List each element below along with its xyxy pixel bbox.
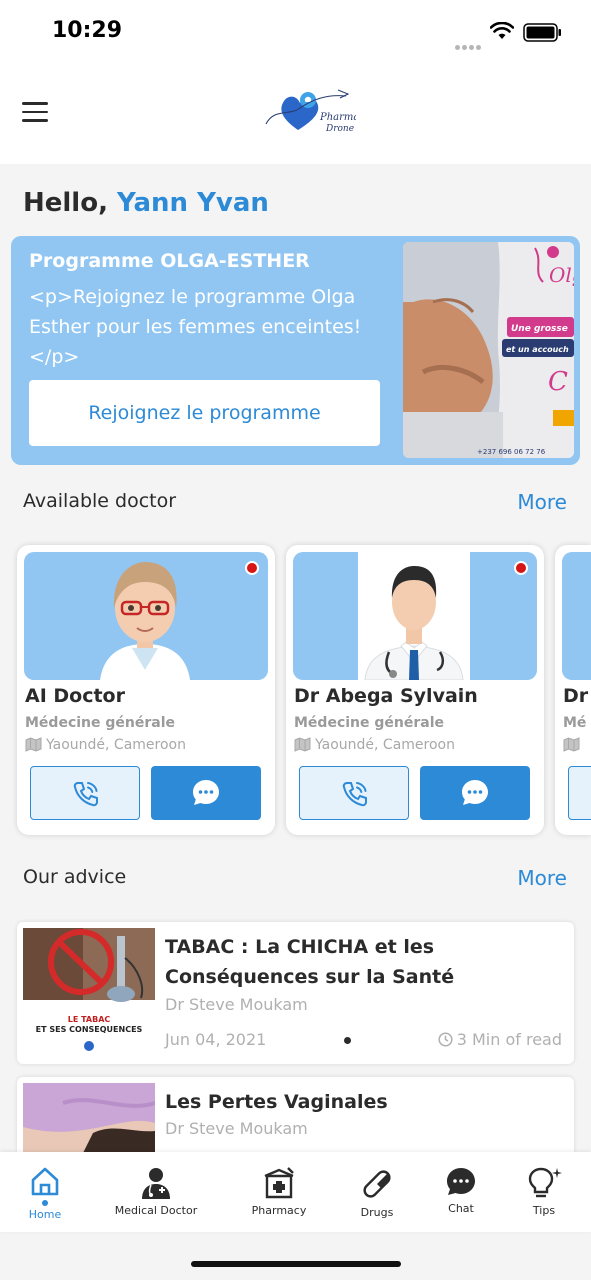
- tab-drugs[interactable]: Drugs: [354, 1166, 400, 1219]
- image-phone: +237 696 06 72 76: [477, 448, 546, 456]
- tab-chat[interactable]: Chat: [441, 1166, 481, 1215]
- call-button[interactable]: [299, 766, 409, 820]
- doctor-specialty: Médecine générale: [294, 715, 445, 731]
- svg-text:LE TABAC: LE TABAC: [68, 1015, 111, 1024]
- doctor-card[interactable]: Dr Abega Sylvain Médecine générale Yaoun…: [286, 545, 544, 835]
- chat-bubble-icon: [193, 780, 219, 805]
- map-icon: [294, 737, 311, 752]
- doctor-icon: [142, 1168, 170, 1199]
- join-program-button[interactable]: Rejoignez le programme: [29, 380, 380, 446]
- tab-label: Home: [28, 1208, 62, 1221]
- svg-text:Drone: Drone: [325, 124, 354, 134]
- article-thumbnail: [23, 1083, 155, 1152]
- greeting-hello: Hello,: [23, 188, 108, 218]
- advice-item[interactable]: LE TABAC ET SES CONSEQUENCES TABAC : La …: [17, 922, 574, 1064]
- clock-icon: [438, 1032, 453, 1047]
- greeting-heading: Hello, Yann Yvan: [23, 188, 269, 218]
- doctor-avatar: [24, 552, 268, 680]
- doctor-name: Dr Abega Sylvain: [294, 685, 478, 707]
- separator-dot: [344, 1037, 351, 1044]
- signal-dots-icon: [455, 35, 483, 54]
- call-button[interactable]: [568, 766, 591, 820]
- offline-status-dot: [514, 561, 528, 575]
- svg-text:ET SES CONSEQUENCES: ET SES CONSEQUENCES: [36, 1025, 143, 1034]
- tab-label: Tips: [532, 1204, 556, 1217]
- svg-text:Pharma: Pharma: [319, 112, 356, 123]
- status-time: 10:29: [52, 18, 123, 43]
- chat-button[interactable]: [151, 766, 261, 820]
- home-indicator: [191, 1261, 401, 1267]
- doctor-location: Yaoundé, Cameroon: [294, 737, 455, 753]
- lightbulb-icon: [528, 1167, 562, 1198]
- article-author: Dr Steve Moukam: [165, 1119, 308, 1138]
- doctor-location: [563, 737, 584, 753]
- svg-text:Olga: Olga: [549, 263, 574, 287]
- article-title: Les Pertes Vaginales: [165, 1091, 388, 1113]
- battery-icon: [523, 23, 561, 42]
- doctor-location-text: Yaoundé, Cameroon: [46, 737, 186, 753]
- map-icon: [563, 737, 580, 752]
- read-time-text: 3 Min of read: [456, 1030, 562, 1049]
- program-banner[interactable]: Programme OLGA-ESTHER <p>Rejoignez le pr…: [11, 236, 580, 465]
- available-doctor-title: Available doctor: [23, 490, 177, 512]
- tab-tips[interactable]: Tips: [524, 1166, 564, 1217]
- tab-label: Chat: [448, 1202, 474, 1215]
- doctor-specialty: Mé: [563, 715, 587, 731]
- doctor-name: AI Doctor: [25, 685, 125, 707]
- tab-label: Pharmacy: [251, 1204, 307, 1217]
- active-tab-dot: [42, 1200, 48, 1206]
- doctor-name: Dr: [563, 685, 589, 707]
- banner-text: <p>Rejoignez le programme Olga Esther po…: [29, 286, 362, 368]
- tab-label: Drugs: [360, 1206, 394, 1219]
- home-icon: [31, 1167, 59, 1196]
- chat-button[interactable]: [420, 766, 530, 820]
- greeting-username: Yann Yvan: [117, 188, 269, 218]
- call-button[interactable]: [30, 766, 140, 820]
- pill-icon: [363, 1170, 391, 1198]
- doctor-location: Yaoundé, Cameroon: [25, 737, 186, 753]
- pharmacy-icon: [264, 1167, 294, 1199]
- pregnancy-program-image: Olga Une grosse et un accouch C +237 696…: [403, 242, 574, 458]
- article-date: Jun 04, 2021: [165, 1030, 267, 1049]
- image-caption-2: et un accouch: [506, 345, 569, 354]
- doctor-card[interactable]: AI Doctor Médecine générale Yaoundé, Cam…: [17, 545, 275, 835]
- doctor-avatar: [293, 552, 537, 680]
- doctor-specialty: Médecine générale: [25, 715, 176, 731]
- wifi-icon: [490, 22, 514, 39]
- offline-status-dot: [245, 561, 259, 575]
- status-bar: 10:29: [0, 0, 591, 64]
- tab-medical-doctor[interactable]: Medical Doctor: [108, 1166, 204, 1217]
- doctor-card[interactable]: Dr Mé: [555, 545, 591, 835]
- pharma-drone-logo: Pharma Drone: [265, 89, 356, 134]
- chat-bubble-icon: [462, 780, 488, 805]
- advice-item[interactable]: Les Pertes Vaginales Dr Steve Moukam: [17, 1077, 574, 1152]
- image-caption-1: Une grosse: [511, 324, 568, 334]
- advice-more-link[interactable]: More: [517, 866, 567, 890]
- article-author: Dr Steve Moukam: [165, 995, 308, 1014]
- tab-pharmacy[interactable]: Pharmacy: [245, 1166, 313, 1217]
- doctors-more-link[interactable]: More: [517, 490, 567, 514]
- hamburger-menu-icon[interactable]: [22, 102, 48, 122]
- chat-icon: [447, 1168, 475, 1195]
- doctor-location-text: Yaoundé, Cameroon: [315, 737, 455, 753]
- banner-title: Programme OLGA-ESTHER: [29, 250, 310, 272]
- doctor-avatar: [562, 552, 591, 680]
- article-title: TABAC : La CHICHA et les Conséquences su…: [165, 936, 455, 988]
- article-thumbnail: LE TABAC ET SES CONSEQUENCES: [23, 928, 155, 1058]
- our-advice-title: Our advice: [23, 866, 127, 888]
- phone-call-icon: [73, 782, 98, 807]
- svg-text:C: C: [548, 367, 568, 397]
- tab-label: Medical Doctor: [114, 1204, 198, 1217]
- app-header: Pharma Drone: [0, 64, 591, 164]
- map-icon: [25, 737, 42, 752]
- phone-call-icon: [342, 782, 367, 807]
- bottom-tab-bar: Home Medical Doctor Pharmacy Drugs Chat …: [0, 1152, 591, 1232]
- read-time: 3 Min of read: [438, 1030, 562, 1049]
- tab-home[interactable]: Home: [22, 1166, 68, 1221]
